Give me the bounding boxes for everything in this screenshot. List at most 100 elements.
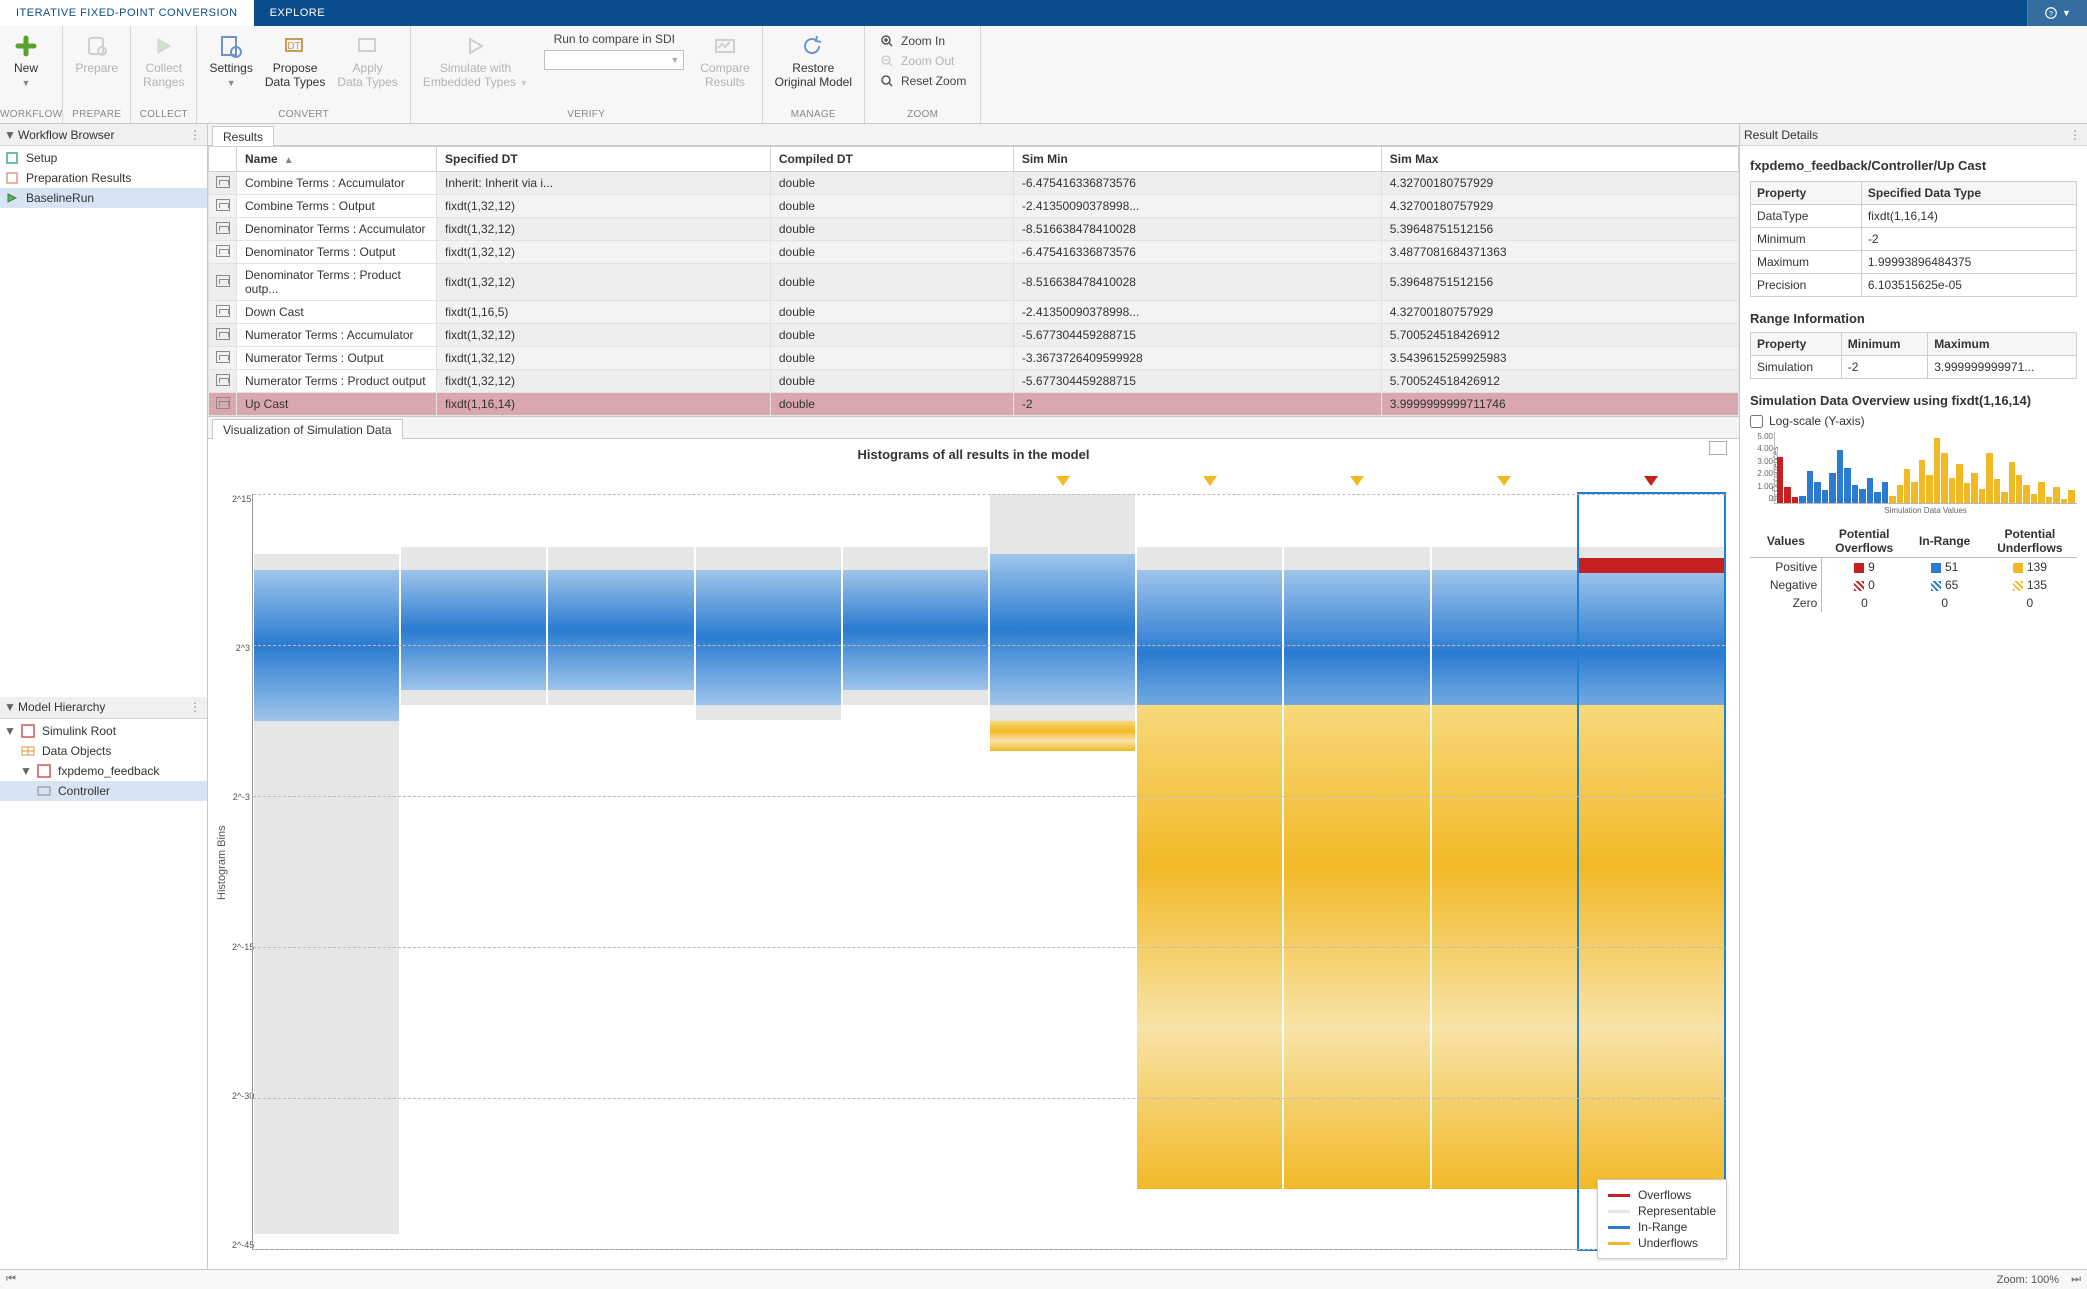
col-name[interactable]: Name▲ <box>237 147 437 172</box>
histogram-ylabel: Histogram Bins <box>214 466 230 1260</box>
overflow-marker-icon <box>1203 476 1217 486</box>
table-row[interactable]: Numerator Terms : Product outputfixdt(1,… <box>209 370 1739 393</box>
new-button[interactable]: New▼ <box>6 30 46 92</box>
group-label-verify: VERIFY <box>411 107 762 123</box>
reset-zoom-button[interactable]: Reset Zoom <box>877 72 968 90</box>
histogram-column[interactable] <box>401 494 546 1249</box>
table-row[interactable]: Up Castfixdt(1,16,14)double-23.999999999… <box>209 393 1739 416</box>
signal-icon <box>216 199 230 211</box>
table-row[interactable]: Denominator Terms : Accumulatorfixdt(1,3… <box>209 218 1739 241</box>
chevron-down-icon: ▼ <box>519 78 528 88</box>
workflow-item-prep-results[interactable]: Preparation Results <box>0 168 207 188</box>
chevron-down-icon: ▼ <box>227 78 236 88</box>
viz-tabrow: Visualization of Simulation Data <box>208 417 1739 439</box>
nav-first-icon[interactable]: ⏮ <box>6 1273 16 1286</box>
collapse-icon[interactable]: ▼ <box>4 724 14 738</box>
zoom-out-button: Zoom Out <box>877 52 968 70</box>
table-row[interactable]: Denominator Terms : Product outp...fixdt… <box>209 264 1739 301</box>
histogram-column[interactable] <box>1432 494 1577 1249</box>
statusbar: ⏮ Zoom: 100% ⏭ <box>0 1269 2087 1289</box>
col-icon[interactable] <box>209 147 237 172</box>
zoom-level: Zoom: 100% <box>1997 1274 2059 1286</box>
col-compiled[interactable]: Compiled DT <box>770 147 1013 172</box>
tab-visualization[interactable]: Visualization of Simulation Data <box>212 419 403 439</box>
tree-node-data-objects[interactable]: Data Objects <box>0 741 207 761</box>
run-to-compare-label: Run to compare in SDI <box>554 32 675 46</box>
run-to-compare-dropdown[interactable]: ▼ <box>544 50 684 70</box>
model-hierarchy-tree: ▼ Simulink Root Data Objects ▼ fxpdemo_f… <box>0 719 207 1270</box>
signal-icon <box>216 305 230 317</box>
table-row[interactable]: Numerator Terms : Outputfixdt(1,32,12)do… <box>209 347 1739 370</box>
log-scale-checkbox[interactable] <box>1750 415 1763 428</box>
chevron-down-icon: ▼ <box>22 78 31 88</box>
zoom-in-icon <box>879 33 895 49</box>
tree-node-simulink-root[interactable]: ▼ Simulink Root <box>0 721 207 741</box>
tab-explore[interactable]: EXPLORE <box>254 0 341 26</box>
subsystem-icon <box>36 784 52 798</box>
col-simmax[interactable]: Sim Max <box>1381 147 1738 172</box>
group-label-collect: COLLECT <box>131 107 196 123</box>
group-label-manage: MANAGE <box>763 107 864 123</box>
histogram-column[interactable] <box>548 494 693 1249</box>
table-row[interactable]: Combine Terms : Outputfixdt(1,32,12)doub… <box>209 195 1739 218</box>
result-path: fxpdemo_feedback/Controller/Up Cast <box>1750 158 2077 173</box>
log-scale-label: Log-scale (Y-axis) <box>1769 414 1865 428</box>
histogram-column[interactable] <box>1284 494 1429 1249</box>
histogram-legend: Overflows Representable In-Range Underfl… <box>1597 1179 1727 1259</box>
table-row[interactable]: Numerator Terms : Accumulatorfixdt(1,32,… <box>209 324 1739 347</box>
signal-icon <box>216 374 230 386</box>
legend-swatch-in <box>1608 1226 1630 1229</box>
prep-results-icon <box>4 171 20 185</box>
col-specified[interactable]: Specified DT <box>437 147 771 172</box>
result-details-title: Result Details <box>1744 128 2067 142</box>
collapse-icon[interactable]: ▼ <box>4 700 14 714</box>
restore-original-model-button[interactable]: Restore Original Model <box>769 30 858 92</box>
help-dropdown[interactable]: ? ▼ <box>2027 0 2087 26</box>
nav-last-icon[interactable]: ⏭ <box>2071 1273 2081 1286</box>
propose-data-types-button[interactable]: DT Propose Data Types <box>259 30 331 92</box>
overview-title: Simulation Data Overview using fixdt(1,1… <box>1750 393 2077 408</box>
workflow-item-baseline-run[interactable]: BaselineRun <box>0 188 207 208</box>
results-tabrow: Results <box>208 124 1739 146</box>
zoom-in-button[interactable]: Zoom In <box>877 32 968 50</box>
zoom-out-icon <box>879 53 895 69</box>
data-icon <box>20 744 36 758</box>
group-label-convert: CONVERT <box>197 107 409 123</box>
tab-results[interactable]: Results <box>212 126 274 146</box>
histogram-column[interactable] <box>1137 494 1282 1249</box>
legend-toggle-icon[interactable] <box>1709 441 1727 455</box>
histogram-column[interactable] <box>843 494 988 1249</box>
plus-icon <box>12 32 40 60</box>
simulink-icon <box>20 724 36 738</box>
panel-menu-icon[interactable]: ⋮ <box>187 128 203 142</box>
apply-icon <box>354 32 382 60</box>
col-simmin[interactable]: Sim Min <box>1013 147 1381 172</box>
histogram-column[interactable] <box>254 494 399 1249</box>
tree-node-model[interactable]: ▼ fxpdemo_feedback <box>0 761 207 781</box>
results-table: Name▲ Specified DT Compiled DT Sim Min S… <box>208 146 1739 416</box>
range-info-title: Range Information <box>1750 311 2077 326</box>
tree-node-controller[interactable]: Controller <box>0 781 207 801</box>
workflow-browser-tree: SetupPreparation ResultsBaselineRun <box>0 146 207 697</box>
table-row[interactable]: Combine Terms : AccumulatorInherit: Inhe… <box>209 172 1739 195</box>
signal-icon <box>216 397 230 409</box>
workflow-item-setup[interactable]: Setup <box>0 148 207 168</box>
table-row[interactable]: Denominator Terms : Outputfixdt(1,32,12)… <box>209 241 1739 264</box>
legend-swatch-rep <box>1608 1210 1630 1213</box>
signal-icon <box>216 351 230 363</box>
collapse-icon[interactable]: ▼ <box>20 764 30 778</box>
minichart: 5.004.003.002.001.000 <box>1774 432 2077 504</box>
collapse-icon[interactable]: ▼ <box>4 128 14 142</box>
histogram-column[interactable] <box>696 494 841 1249</box>
signal-icon <box>216 328 230 340</box>
settings-button[interactable]: Settings▼ <box>203 30 258 92</box>
tab-iterative-fixed-point[interactable]: ITERATIVE FIXED-POINT CONVERSION <box>0 0 254 26</box>
specified-data-type-table: Property Specified Data Type DataTypefix… <box>1750 181 2077 297</box>
apply-data-types-button: Apply Data Types <box>331 30 403 92</box>
panel-menu-icon[interactable]: ⋮ <box>2067 128 2083 142</box>
histogram-column[interactable] <box>990 494 1135 1249</box>
panel-menu-icon[interactable]: ⋮ <box>187 700 203 714</box>
group-label-prepare: PREPARE <box>63 107 130 123</box>
table-row[interactable]: Down Castfixdt(1,16,5)double-2.413500903… <box>209 301 1739 324</box>
histogram-column[interactable] <box>1579 494 1724 1249</box>
